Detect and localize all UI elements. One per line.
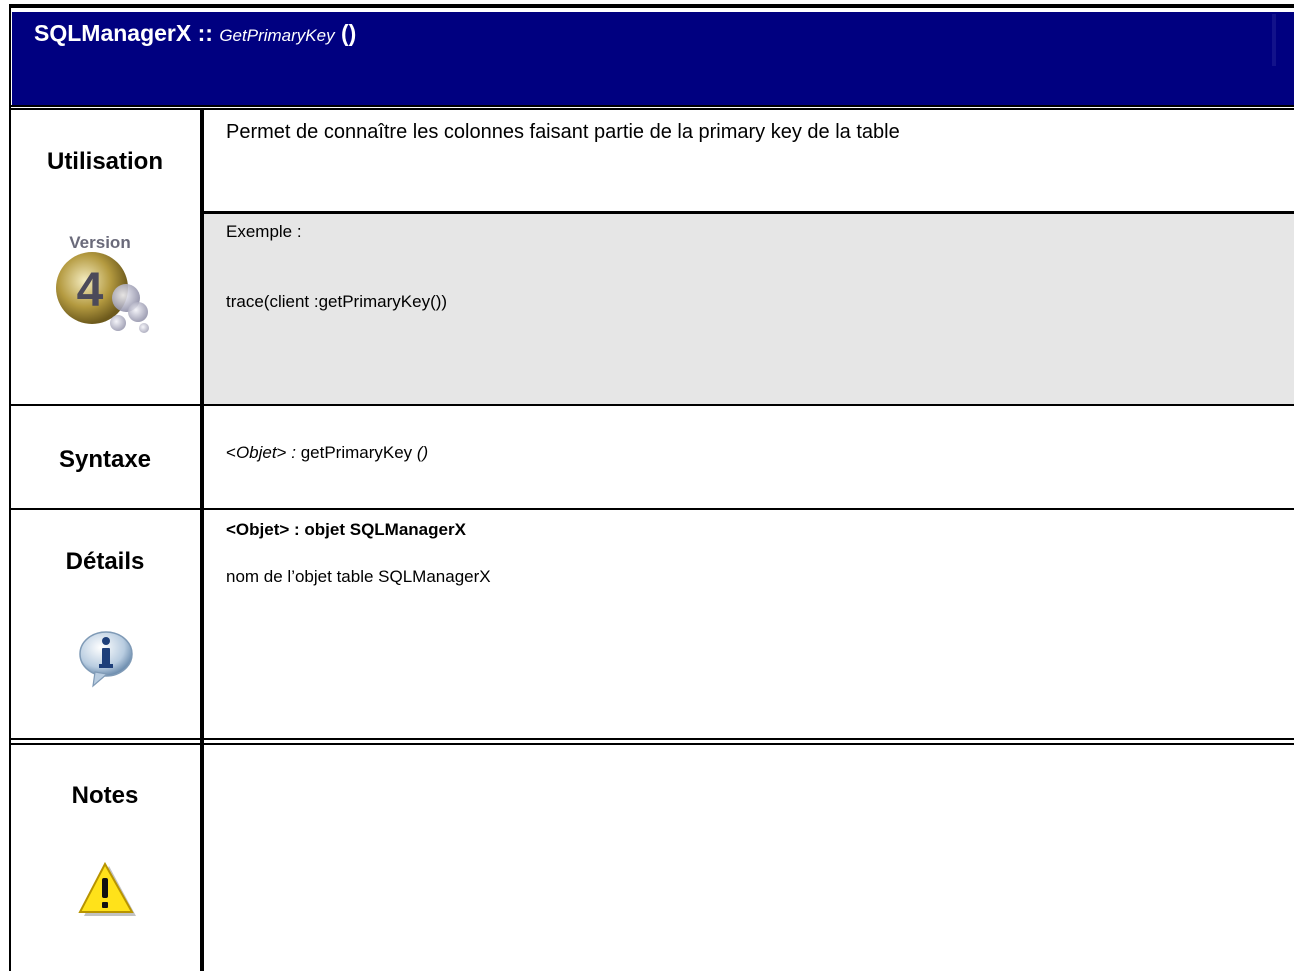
- syntax-lt: <: [226, 443, 236, 462]
- title-separator: ::: [197, 20, 213, 46]
- example-code: trace(client :getPrimaryKey()): [226, 292, 448, 311]
- syntax-gt: >: [276, 443, 287, 462]
- param-title: <Objet> : objet SQLManagerX: [226, 520, 466, 539]
- details-label: Détails: [65, 548, 145, 575]
- header-top-rule: [9, 4, 1294, 8]
- title-parens: (): [340, 20, 357, 46]
- example-top-rule: [203, 211, 1294, 214]
- header-left-rule: [9, 4, 11, 111]
- example-title: Exemple :: [226, 222, 302, 241]
- row-divider-notes-2: [9, 743, 1294, 745]
- syntax-method: getPrimaryKey: [300, 443, 413, 462]
- svg-text:Version: Version: [69, 233, 130, 252]
- info-icon: [77, 628, 137, 690]
- syntax-object: Objet: [235, 443, 277, 462]
- svg-text:4: 4: [77, 264, 104, 317]
- class-name: SQLManagerX: [34, 20, 192, 46]
- version-badge-icon: 4 Version: [48, 228, 160, 340]
- utilisation-description: Permet de connaître les colonnes faisant…: [226, 121, 900, 143]
- row-divider-syntaxe: [9, 404, 1294, 406]
- syntax-signature: <Objet> : getPrimaryKey (): [226, 443, 428, 463]
- table-left-border: [9, 110, 11, 971]
- syntax-colon: :: [286, 443, 301, 462]
- warning-icon: [76, 861, 138, 920]
- utilisation-label: Utilisation: [46, 148, 163, 175]
- row-divider-notes: [9, 738, 1294, 740]
- page-title: SQLManagerX :: GetPrimaryKey (): [34, 20, 356, 47]
- method-name: GetPrimaryKey: [219, 26, 335, 45]
- param-description: nom de l’objet table SQLManagerX: [226, 567, 491, 586]
- syntaxe-label: Syntaxe: [58, 446, 152, 473]
- header-bottom-rule: [9, 105, 1294, 107]
- notes-label: Notes: [71, 782, 139, 809]
- row-divider-details: [9, 508, 1294, 510]
- header-edge-shade: [1272, 14, 1276, 66]
- syntax-parens: (): [412, 443, 429, 462]
